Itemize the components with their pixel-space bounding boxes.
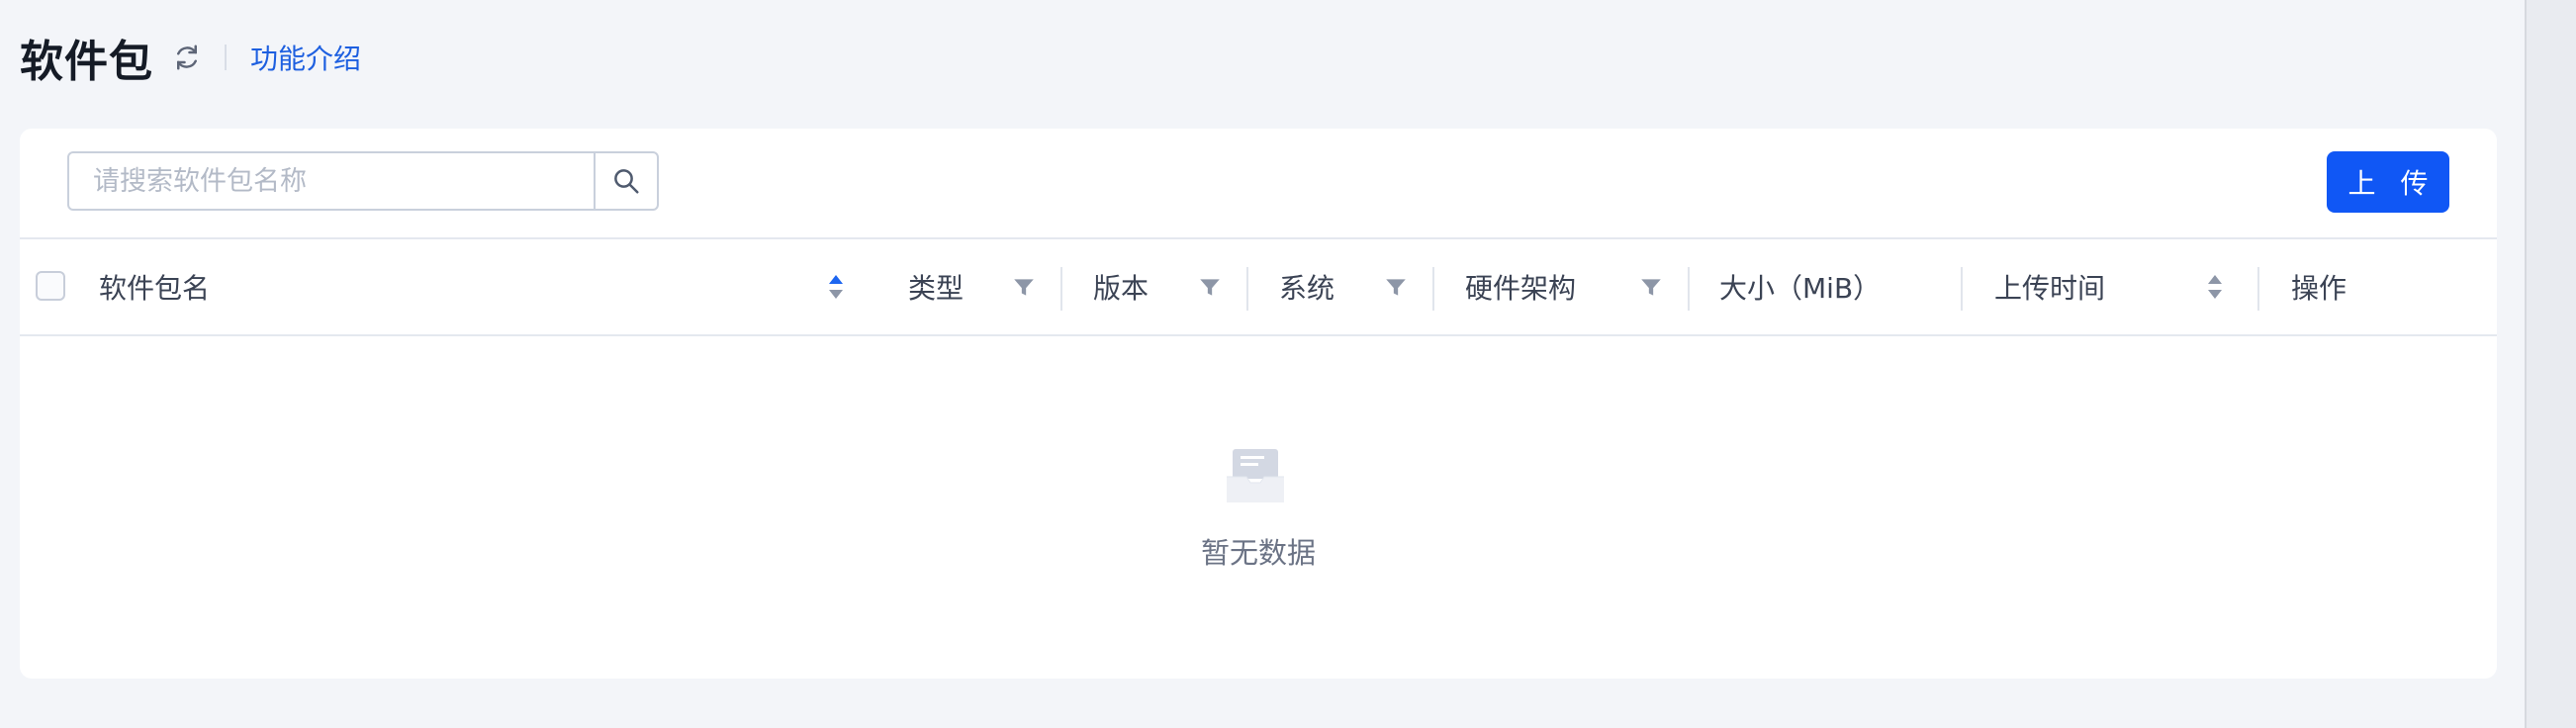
page-header: 软件包 功能介绍 (20, 28, 361, 87)
filter-icon[interactable] (1009, 271, 1039, 303)
column-header-system: 系统 (1279, 272, 1335, 305)
empty-inbox-icon (1227, 449, 1284, 502)
column-divider[interactable] (1246, 267, 1248, 311)
refresh-icon[interactable] (171, 42, 203, 73)
column-header-size: 大小（MiB） (1719, 272, 1882, 305)
column-header-version: 版本 (1093, 272, 1150, 305)
header-divider (225, 45, 227, 70)
filter-icon[interactable] (1381, 271, 1411, 303)
filter-icon[interactable] (1195, 271, 1225, 303)
feature-intro-link[interactable]: 功能介绍 (250, 38, 361, 77)
column-divider[interactable] (1961, 267, 1963, 311)
column-divider[interactable] (1432, 267, 1434, 311)
page-title: 软件包 (20, 37, 153, 87)
column-divider[interactable] (1060, 267, 1062, 311)
package-card: 上 传 软件包名 类型 版本 系统 硬件架构 大小（Mi (20, 129, 2497, 679)
column-header-architecture: 硬件架构 (1465, 272, 1577, 305)
sort-icon[interactable] (821, 271, 851, 303)
column-header-name: 软件包名 (99, 272, 211, 305)
column-header-type: 类型 (908, 272, 965, 305)
table-header: 软件包名 类型 版本 系统 硬件架构 大小（MiB） 上传时间 操作 (20, 239, 2497, 336)
column-header-actions: 操作 (2291, 272, 2347, 305)
column-header-upload-time: 上传时间 (1994, 272, 2106, 305)
select-all-checkbox[interactable] (36, 271, 65, 301)
filter-icon[interactable] (1636, 271, 1666, 303)
column-divider[interactable] (2257, 267, 2259, 311)
search-input[interactable] (69, 153, 596, 209)
search-icon (614, 169, 639, 194)
empty-state: 暂无数据 (20, 336, 2497, 679)
sort-icon[interactable] (2200, 271, 2230, 303)
toolbar: 上 传 (20, 129, 2497, 239)
window-edge (2525, 0, 2576, 728)
search-box (67, 151, 659, 211)
upload-button[interactable]: 上 传 (2327, 151, 2449, 213)
column-divider[interactable] (1688, 267, 1690, 311)
search-button[interactable] (594, 153, 657, 209)
empty-text: 暂无数据 (1200, 536, 1316, 570)
